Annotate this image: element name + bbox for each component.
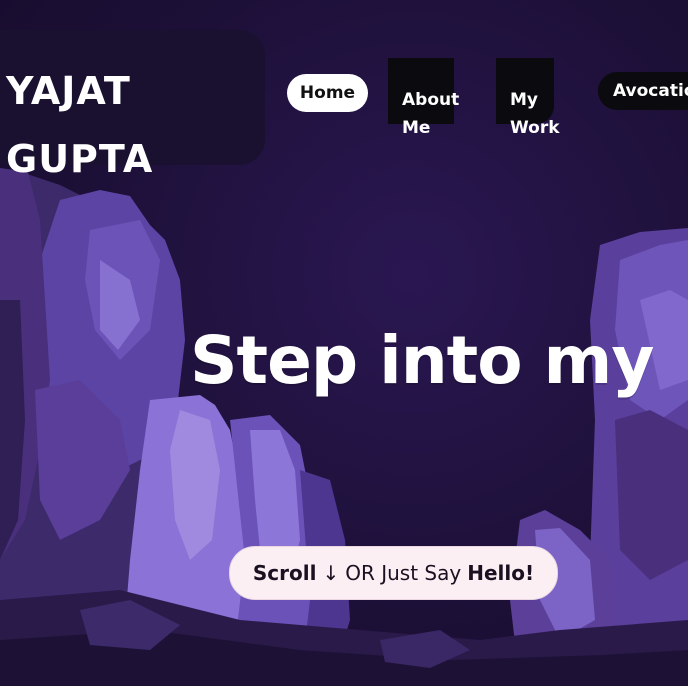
nav-my-work-link[interactable]: My Work (496, 58, 560, 138)
cta-middle-text: OR Just Say (345, 561, 462, 585)
nav-home-link[interactable]: Home (287, 74, 368, 112)
brand-logo-panel[interactable]: YAJAT GUPTA (0, 30, 265, 178)
scroll-down-arrow-icon: ↓ (322, 561, 340, 585)
nav-avocation-link[interactable]: Avocatio (598, 72, 688, 110)
scroll-or-hello-button[interactable]: Scroll ↓ OR Just Say Hello! (229, 546, 558, 600)
nav-my-work-label: My Work (510, 90, 560, 138)
cta-hello-label: Hello! (467, 561, 535, 585)
nav-about-me-label: About Me (402, 90, 460, 138)
nav-about-me-link[interactable]: About Me (388, 58, 459, 138)
brand-name-first: YAJAT (6, 69, 131, 113)
brand-name-last: GUPTA (6, 137, 154, 181)
hero-title: Step into my (190, 322, 654, 399)
cta-scroll-label: Scroll (252, 561, 317, 585)
